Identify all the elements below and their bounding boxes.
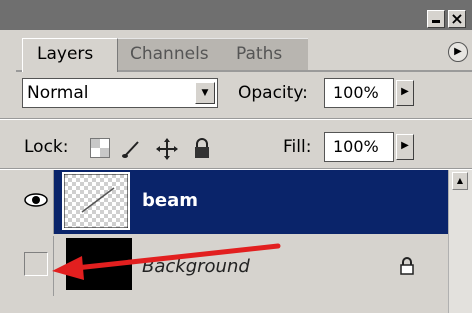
tab-paths-label: Paths xyxy=(236,44,283,64)
opacity-label: Opacity: xyxy=(238,83,308,103)
layer-thumbnail-beam[interactable] xyxy=(62,172,130,230)
eye-icon xyxy=(24,193,48,207)
step-arrow-icon: ▶ xyxy=(401,140,409,151)
opacity-input[interactable]: 100% xyxy=(324,78,394,108)
fill-stepper[interactable]: ▶ xyxy=(396,134,414,160)
tab-layers-label: Layers xyxy=(37,44,94,64)
padlock-icon xyxy=(195,138,209,158)
fill-label: Fill: xyxy=(283,137,312,157)
step-arrow-icon: ▶ xyxy=(401,86,409,97)
lock-transparency-icon xyxy=(91,139,109,157)
lock-label: Lock: xyxy=(24,137,69,157)
layers-scrollbar[interactable]: ▲ xyxy=(448,170,472,313)
annotation-arrow xyxy=(52,243,281,280)
layer-lock-icon xyxy=(400,257,414,275)
panel-menu-button[interactable]: ▶ xyxy=(448,42,468,62)
tab-layers[interactable]: Layers xyxy=(22,38,118,72)
minimize-icon xyxy=(432,20,440,23)
layer-thumbnail-image xyxy=(63,173,129,229)
fill-value: 100% xyxy=(333,137,379,156)
scroll-up-button[interactable]: ▲ xyxy=(452,172,468,190)
brush-icon xyxy=(122,141,139,158)
lock-pixels-button[interactable] xyxy=(120,138,140,158)
visibility-toggle-beam[interactable] xyxy=(18,170,54,234)
tab-paths[interactable]: Paths xyxy=(222,38,308,70)
layer-lock-indicator xyxy=(398,256,416,276)
opacity-stepper[interactable]: ▶ xyxy=(396,80,414,106)
lock-all-button[interactable] xyxy=(192,138,212,158)
move-icon xyxy=(156,138,178,160)
blend-mode-value: Normal xyxy=(27,83,89,103)
panel-menu-icon: ▶ xyxy=(454,46,462,57)
panel-title-bar xyxy=(0,0,472,30)
dropdown-arrow-icon[interactable]: ▼ xyxy=(195,82,215,104)
lock-transparency-button[interactable] xyxy=(90,138,110,158)
tab-channels[interactable]: Channels xyxy=(116,38,224,70)
minimize-button[interactable] xyxy=(427,10,445,28)
lock-position-button[interactable] xyxy=(156,138,178,160)
opacity-value: 100% xyxy=(333,83,379,102)
layer-name-beam[interactable]: beam xyxy=(142,190,198,211)
row-divider xyxy=(0,118,472,120)
close-button[interactable]: × xyxy=(448,9,466,28)
fill-input[interactable]: 100% xyxy=(324,132,394,162)
tab-channels-label: Channels xyxy=(130,44,209,64)
blend-mode-select[interactable]: Normal ▼ xyxy=(22,78,218,108)
close-icon: × xyxy=(450,9,464,28)
scroll-up-icon: ▲ xyxy=(456,176,464,185)
